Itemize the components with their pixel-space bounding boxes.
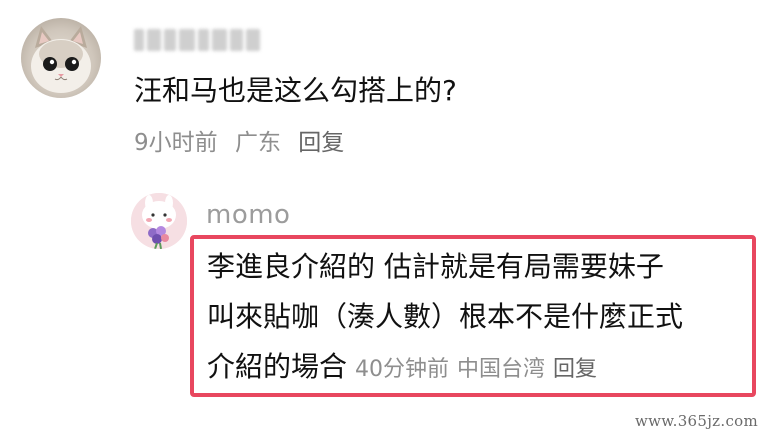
reply-text-line: 介紹的場合 40分钟前 中国台湾 回复 [207, 342, 752, 392]
comment-item: 汪和马也是这么勾搭上的? 9小时前 广东 回复 [0, 0, 766, 180]
reply-text-line: 叫來貼咖（湊人數）根本不是什麼正式 [207, 300, 684, 333]
bunny-flower-avatar-icon[interactable] [131, 193, 187, 249]
comment-text: 汪和马也是这么勾搭上的? [134, 74, 457, 107]
reply-time: 40分钟前 [355, 357, 450, 382]
reply-button[interactable]: 回复 [298, 130, 344, 156]
comment-meta: 9小时前 广东 回复 [134, 126, 344, 160]
watermark: www.365jz.com [634, 412, 758, 430]
username-blurred[interactable] [134, 27, 264, 53]
reply-text-fragment: 介紹的場合 [207, 350, 348, 383]
reply-button[interactable]: 回复 [553, 357, 597, 382]
reply-username[interactable]: momo [206, 198, 290, 232]
reply-text: 李進良介紹的 估計就是有局需要妹子 叫來貼咖（湊人數）根本不是什麼正式 介紹的場… [207, 242, 752, 392]
reply-meta: 40分钟前 中国台湾 回复 [355, 357, 597, 382]
comment-time: 9小时前 [134, 130, 218, 156]
cat-avatar-icon[interactable] [21, 18, 101, 98]
comment-location: 广东 [234, 130, 281, 156]
reply-location: 中国台湾 [457, 357, 546, 382]
reply-text-line: 李進良介紹的 估計就是有局需要妹子 [207, 250, 664, 283]
